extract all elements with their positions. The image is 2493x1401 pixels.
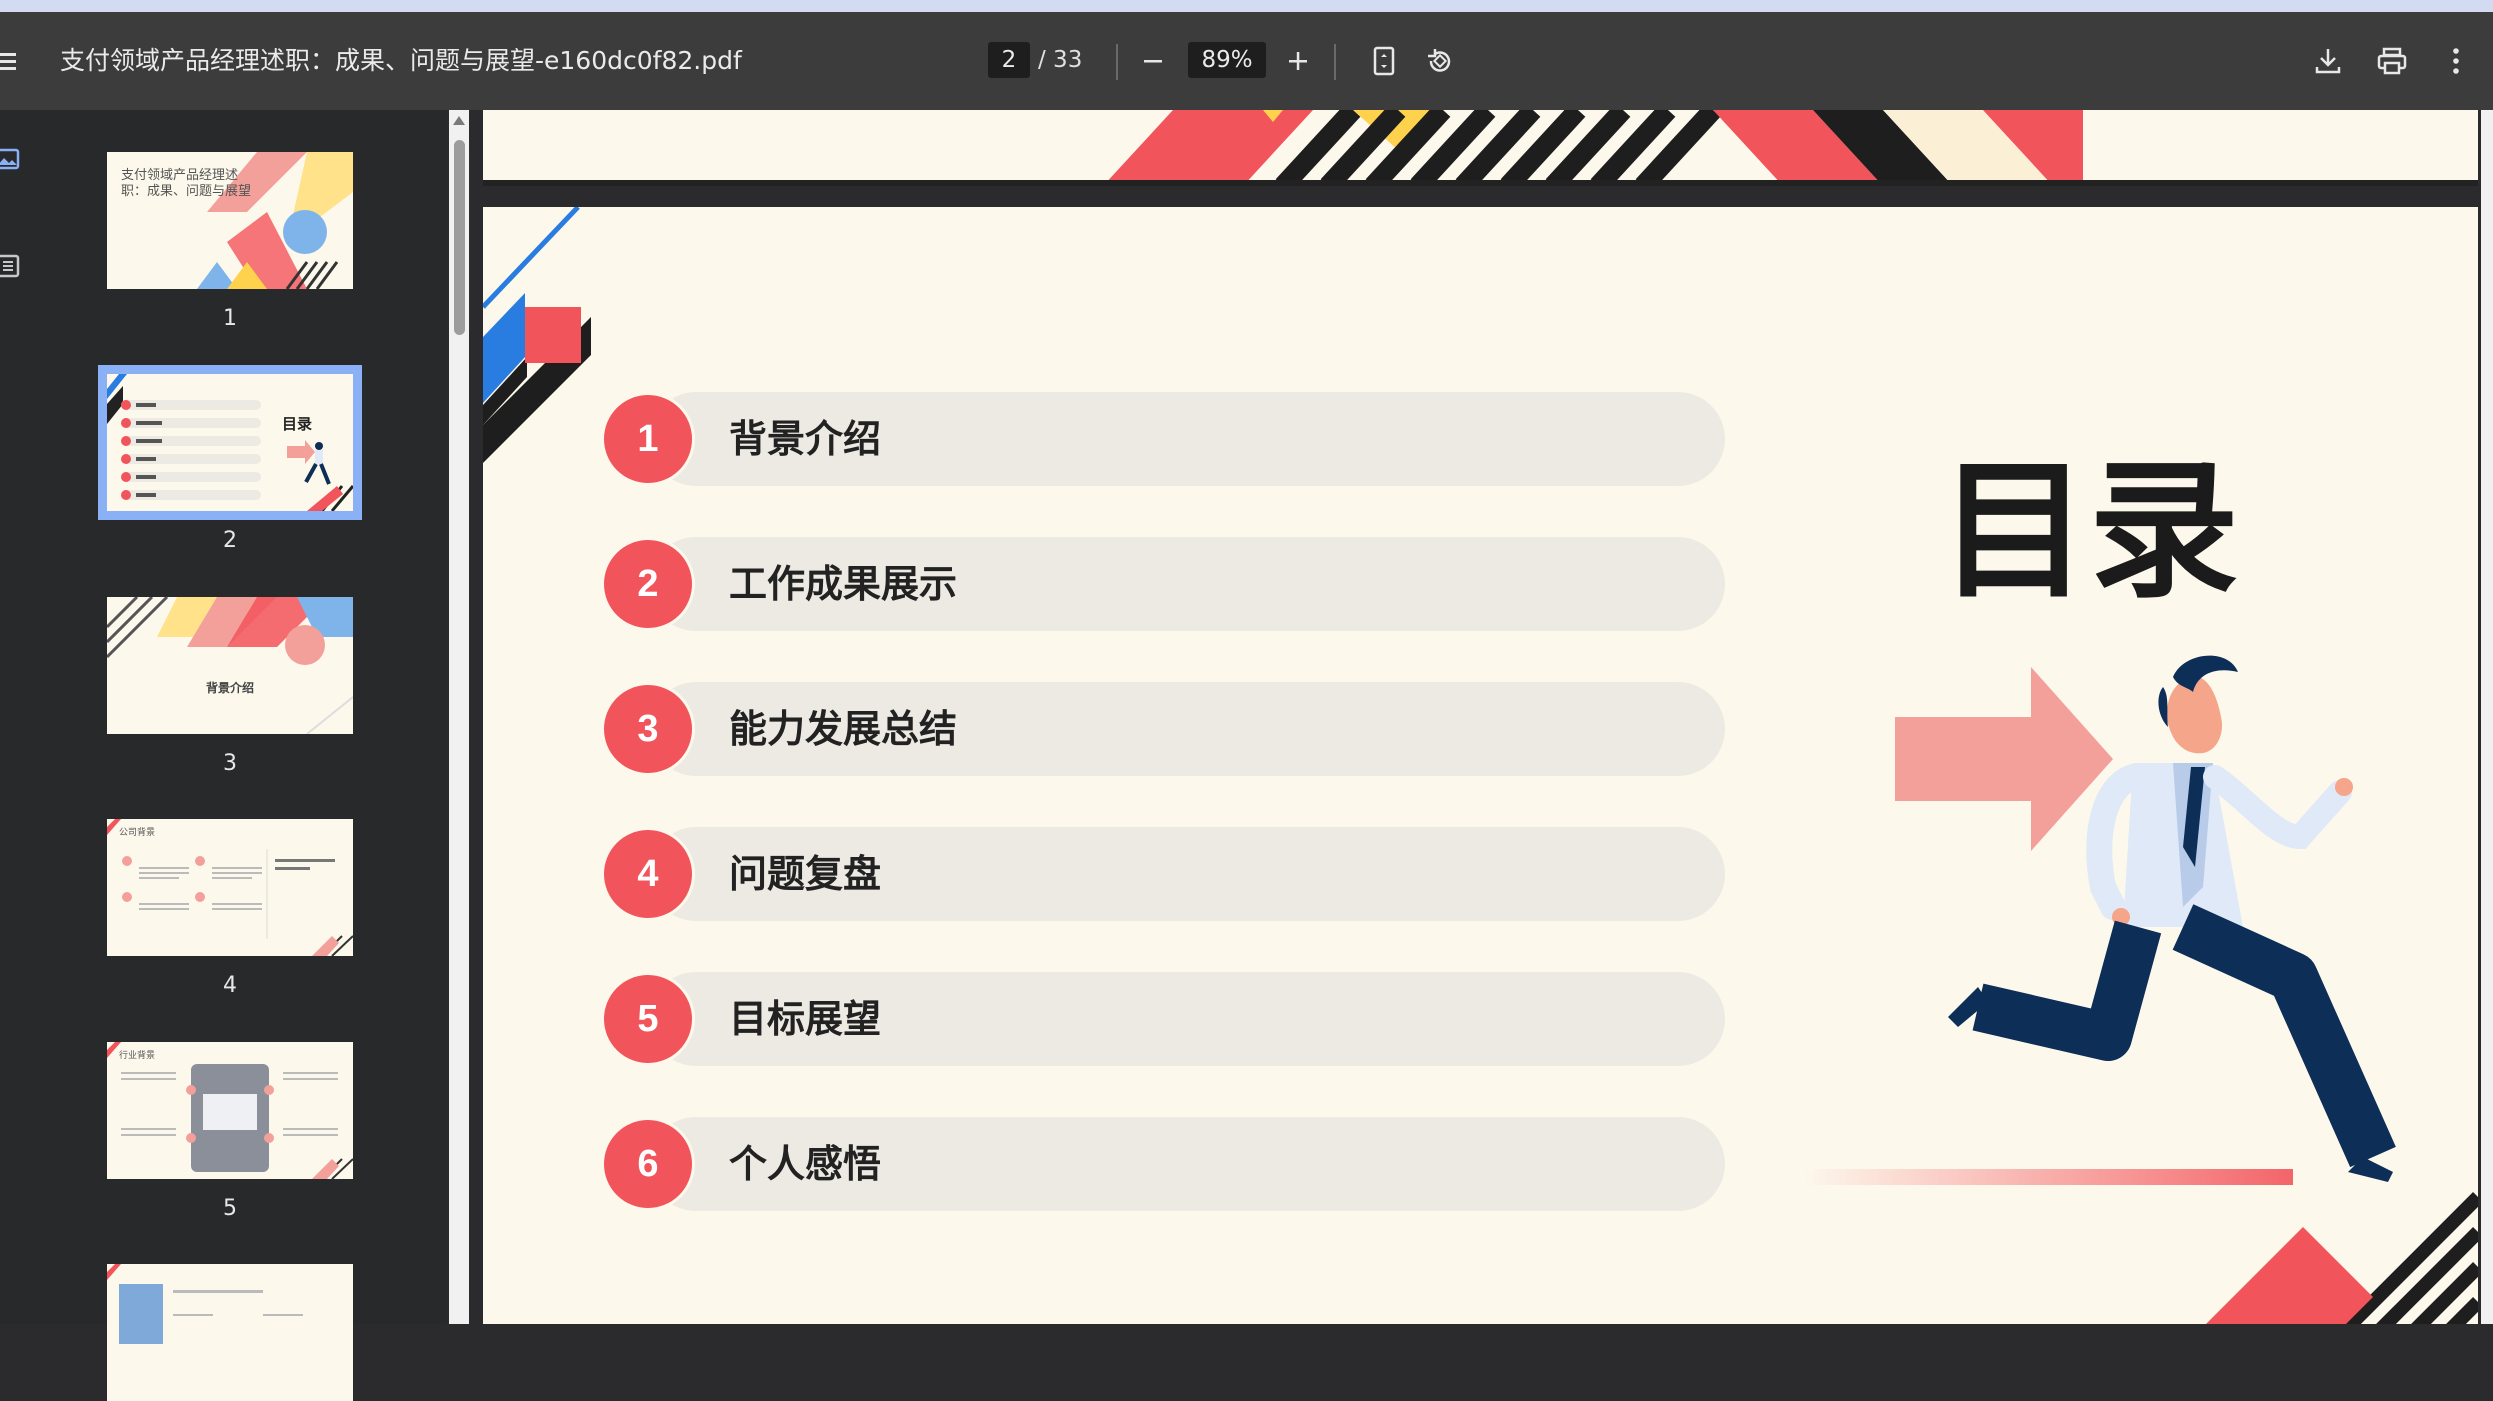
toc-number-badge: 6 [601,1117,695,1211]
sidebar-scroll-thumb[interactable] [454,140,465,335]
toc-label: 能力发展总结 [729,707,958,751]
previous-page-bottom [483,110,2478,186]
toolbar-divider [1334,44,1336,80]
zoom-input[interactable]: 89% [1188,42,1266,78]
thumbnail-sidebar: 支付领域产品经理述职：成果、问题与展望 1 目录 2 背景介绍 3 公司背景 4… [0,110,447,1401]
toc-label: 目标展望 [729,997,882,1041]
toc-number-badge: 5 [601,972,695,1066]
page-thumbnail-4[interactable]: 公司背景 [107,819,353,956]
sidebar-nav [0,110,30,1324]
toc-label: 工作成果展示 [729,562,958,606]
print-button[interactable] [2372,41,2412,81]
rotate-icon [1428,49,1451,72]
download-icon [2315,49,2341,74]
thumbnail-number: 4 [223,973,237,998]
viewer-scrollbar[interactable] [2481,110,2493,1324]
svg-text:目录: 目录 [282,415,312,433]
pdf-viewer: 1 背景介绍 2 工作成果展示 3 能力发展总结 4 问题复盘 5 目标展望 6… [469,110,2493,1324]
slide-title: 目录 [1939,445,2240,619]
more-options-button[interactable] [2436,41,2476,81]
zoom-out-button[interactable] [1133,41,1173,81]
thumbnail-number: 3 [223,751,237,776]
arrow-illustration [1895,667,2113,851]
toc-item-4[interactable]: 4 问题复盘 [601,827,1725,921]
thumbnail-title: 公司背景 [119,828,156,838]
window-top-strip [0,0,2493,12]
toc-number-badge: 2 [601,537,695,631]
rotate-button[interactable] [1420,41,1460,81]
thumbnail-number: 2 [223,528,237,553]
thumbnail-title: 行业背景 [119,1051,156,1061]
sidebar-scrollbar[interactable] [449,110,469,1324]
zoom-out-icon [1144,60,1162,63]
menu-icon[interactable] [0,47,20,77]
toolbar-divider [1116,44,1118,80]
page-thumbnail-5[interactable]: 行业背景 [107,1042,353,1179]
more-icon [2453,48,2459,74]
download-button[interactable] [2308,41,2348,81]
print-icon [2377,47,2407,75]
thumbnail-number: 1 [223,306,237,331]
page-total: / 33 [1038,47,1083,73]
page-thumbnail-6[interactable] [107,1264,353,1401]
toc-item-2[interactable]: 2 工作成果展示 [601,537,1725,631]
page-thumbnail-1[interactable]: 支付领域产品经理述职：成果、问题与展望 [107,152,353,289]
toc-item-1[interactable]: 1 背景介绍 [601,392,1725,486]
toc-number-badge: 1 [601,392,695,486]
toc-label: 背景介绍 [729,417,882,461]
fit-page-button[interactable] [1364,41,1404,81]
pdf-page-2: 1 背景介绍 2 工作成果展示 3 能力发展总结 4 问题复盘 5 目标展望 6… [483,207,2478,1324]
toc-label: 问题复盘 [729,852,882,896]
thumbnail-number: 5 [223,1196,237,1221]
toc-item-5[interactable]: 5 目标展望 [601,972,1725,1066]
fit-page-icon [1373,46,1395,76]
toc-number-badge: 4 [601,827,695,921]
toc-item-6[interactable]: 6 个人感悟 [601,1117,1725,1211]
thumbnail-title: 支付领域产品经理述职：成果、问题与展望 [121,168,252,199]
toc-item-3[interactable]: 3 能力发展总结 [601,682,1725,776]
toc-label: 个人感悟 [729,1142,882,1186]
file-title: 支付领域产品经理述职：成果、问题与展望-e160dc0f82.pdf [60,46,742,75]
page-number-input[interactable]: 2 [988,42,1030,78]
pdf-toolbar: 支付领域产品经理述职：成果、问题与展望-e160dc0f82.pdf 2 / 3… [0,12,2493,110]
page-thumbnail-2[interactable]: 目录 [98,365,362,520]
page-thumbnail-3[interactable]: 背景介绍 [107,597,353,734]
thumbnail-title: 背景介绍 [205,681,254,695]
outline-icon[interactable] [0,254,22,278]
scroll-up-arrow[interactable] [453,116,465,125]
toc-number-badge: 3 [601,682,695,776]
zoom-in-icon [1289,52,1307,70]
zoom-in-button[interactable] [1278,41,1318,81]
thumbnails-icon[interactable] [0,148,22,170]
